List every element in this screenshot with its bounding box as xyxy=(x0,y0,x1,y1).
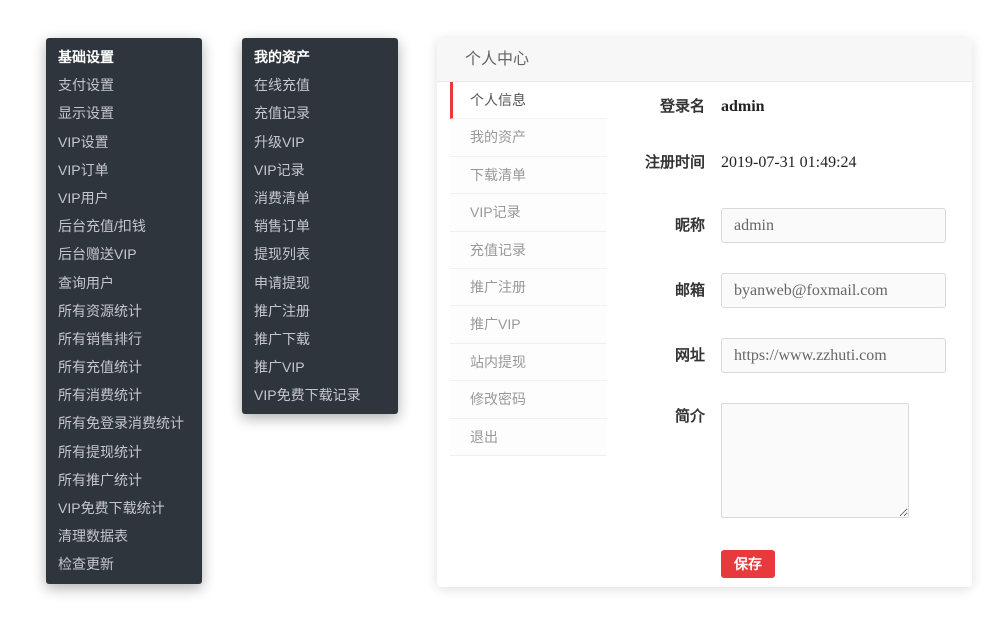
basic-settings-menu: 基础设置 支付设置 显示设置 VIP设置 VIP订单 VIP用户 后台充值/扣钱… xyxy=(46,38,202,584)
menu-item-recharge-records[interactable]: 充值记录 xyxy=(242,99,398,127)
login-name-label: 登录名 xyxy=(615,96,705,118)
menu-item-vip-records[interactable]: VIP记录 xyxy=(242,156,398,184)
menu-item-vip-settings[interactable]: VIP设置 xyxy=(46,128,202,156)
menu-item-upgrade-vip[interactable]: 升级VIP xyxy=(242,128,398,156)
email-input[interactable] xyxy=(721,273,946,308)
menu-item-promotion-vip[interactable]: 推广VIP xyxy=(242,353,398,381)
tab-download-list[interactable]: 下载清单 xyxy=(450,157,607,194)
tab-site-withdraw[interactable]: 站内提现 xyxy=(450,344,607,381)
register-time-value: 2019-07-31 01:49:24 xyxy=(721,152,857,174)
menu-item-all-withdraw-stats[interactable]: 所有提现统计 xyxy=(46,438,202,466)
personal-info-form: 登录名 admin 注册时间 2019-07-31 01:49:24 昵称 邮箱… xyxy=(607,82,972,586)
login-name-value: admin xyxy=(721,96,765,118)
menu-item-clean-database[interactable]: 清理数据表 xyxy=(46,522,202,550)
menu-item-vip-free-download-stats[interactable]: VIP免费下载统计 xyxy=(46,494,202,522)
menu-item-promotion-register[interactable]: 推广注册 xyxy=(242,297,398,325)
nickname-input[interactable] xyxy=(721,208,946,243)
intro-label: 简介 xyxy=(615,403,705,518)
menu-item-check-update[interactable]: 检查更新 xyxy=(46,550,202,578)
menu-item-basic-settings[interactable]: 基础设置 xyxy=(46,43,202,71)
register-time-label: 注册时间 xyxy=(615,152,705,174)
tab-my-assets[interactable]: 我的资产 xyxy=(450,119,607,156)
menu-item-all-nologin-consumption-stats[interactable]: 所有免登录消费统计 xyxy=(46,409,202,437)
tab-personal-info[interactable]: 个人信息 xyxy=(450,82,607,119)
menu-item-display-settings[interactable]: 显示设置 xyxy=(46,99,202,127)
tab-recharge-records[interactable]: 充值记录 xyxy=(450,232,607,269)
menu-item-payment-settings[interactable]: 支付设置 xyxy=(46,71,202,99)
menu-item-all-promotion-stats[interactable]: 所有推广统计 xyxy=(46,466,202,494)
tab-vip-records[interactable]: VIP记录 xyxy=(450,194,607,231)
email-label: 邮箱 xyxy=(615,273,705,308)
tab-promotion-register[interactable]: 推广注册 xyxy=(450,269,607,306)
menu-item-withdraw-list[interactable]: 提现列表 xyxy=(242,240,398,268)
menu-item-all-consumption-stats[interactable]: 所有消费统计 xyxy=(46,381,202,409)
menu-item-admin-gift-vip[interactable]: 后台赠送VIP xyxy=(46,240,202,268)
menu-item-consumption-list[interactable]: 消费清单 xyxy=(242,184,398,212)
menu-item-online-recharge[interactable]: 在线充值 xyxy=(242,71,398,99)
tab-promotion-vip[interactable]: 推广VIP xyxy=(450,306,607,343)
menu-item-query-users[interactable]: 查询用户 xyxy=(46,269,202,297)
website-label: 网址 xyxy=(615,338,705,373)
menu-item-all-sales-ranking[interactable]: 所有销售排行 xyxy=(46,325,202,353)
menu-item-all-recharge-stats[interactable]: 所有充值统计 xyxy=(46,353,202,381)
menu-item-apply-withdraw[interactable]: 申请提现 xyxy=(242,269,398,297)
profile-tab-list: 个人信息 我的资产 下载清单 VIP记录 充值记录 推广注册 推广VIP 站内提… xyxy=(437,82,607,586)
my-assets-menu: 我的资产 在线充值 充值记录 升级VIP VIP记录 消费清单 销售订单 提现列… xyxy=(242,38,398,414)
save-button[interactable]: 保存 xyxy=(721,550,775,578)
menu-item-my-assets[interactable]: 我的资产 xyxy=(242,43,398,71)
menu-item-admin-recharge-deduct[interactable]: 后台充值/扣钱 xyxy=(46,212,202,240)
nickname-label: 昵称 xyxy=(615,208,705,243)
menu-item-vip-orders[interactable]: VIP订单 xyxy=(46,156,202,184)
menu-item-vip-users[interactable]: VIP用户 xyxy=(46,184,202,212)
personal-center-panel: 个人中心 个人信息 我的资产 下载清单 VIP记录 充值记录 推广注册 推广VI… xyxy=(437,38,972,587)
menu-item-vip-free-download-records[interactable]: VIP免费下载记录 xyxy=(242,381,398,409)
tab-logout[interactable]: 退出 xyxy=(450,419,607,456)
menu-item-sales-orders[interactable]: 销售订单 xyxy=(242,212,398,240)
menu-item-all-resource-stats[interactable]: 所有资源统计 xyxy=(46,297,202,325)
page-title: 个人中心 xyxy=(437,38,972,82)
menu-item-promotion-download[interactable]: 推广下载 xyxy=(242,325,398,353)
intro-textarea[interactable] xyxy=(721,403,909,518)
tab-change-password[interactable]: 修改密码 xyxy=(450,381,607,418)
website-input[interactable] xyxy=(721,338,946,373)
